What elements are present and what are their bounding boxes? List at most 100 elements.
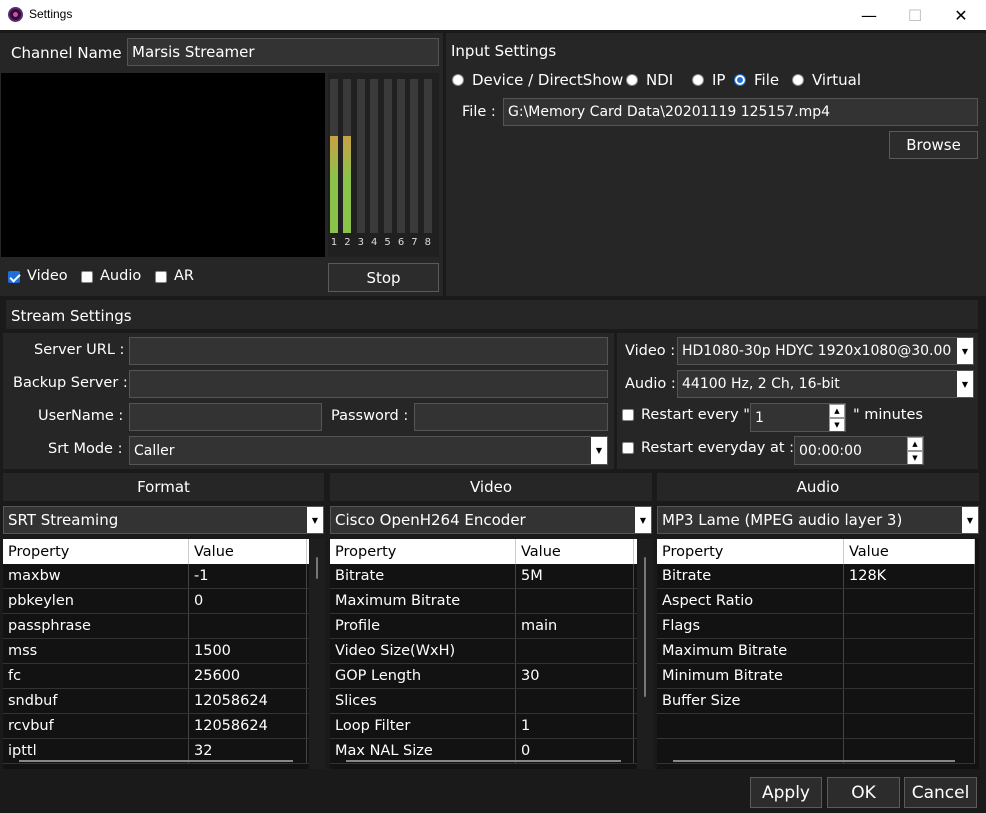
column-header-property[interactable]: Property <box>330 539 516 564</box>
table-row[interactable]: Bitrate 128K <box>657 564 975 589</box>
value-cell[interactable]: 128K <box>844 564 975 588</box>
restart-daily-checkbox[interactable] <box>622 442 634 454</box>
video-property-table[interactable]: Property Value Bitrate 5M Maximum Bitrate Pro… <box>330 539 653 769</box>
source-radio-ndi[interactable] <box>626 74 638 86</box>
table-row[interactable]: Flags <box>657 614 975 639</box>
restart-daily-time[interactable]: 00:00:00 ▲ ▼ <box>794 436 924 465</box>
value-cell[interactable] <box>516 639 634 663</box>
column-header-property[interactable]: Property <box>3 539 189 564</box>
table-row[interactable]: Maximum Bitrate <box>330 589 637 614</box>
table-row[interactable] <box>657 714 975 739</box>
value-cell[interactable]: 0 <box>189 589 307 613</box>
value-cell[interactable] <box>844 664 975 688</box>
backup-server-input[interactable] <box>129 370 608 398</box>
value-cell[interactable]: 12058624 <box>189 714 307 738</box>
value-cell[interactable] <box>516 689 634 713</box>
column-header-value[interactable]: Value <box>844 539 975 564</box>
value-cell[interactable]: -1 <box>189 564 307 588</box>
password-input[interactable] <box>414 403 608 431</box>
table-row[interactable]: Aspect Ratio <box>657 589 975 614</box>
source-radio-device-directshow[interactable] <box>452 74 464 86</box>
value-cell[interactable] <box>844 714 975 738</box>
restart-daily-value: 00:00:00 <box>799 442 862 459</box>
table-row[interactable]: mss 1500 <box>3 639 309 664</box>
audio-checkbox[interactable] <box>81 271 93 283</box>
video-codec-select[interactable]: Cisco OpenH264 Encoder ▼ <box>330 506 652 534</box>
apply-button[interactable]: Apply <box>750 777 822 808</box>
table-row[interactable]: maxbw -1 <box>3 564 309 589</box>
channel-name-input[interactable]: Marsis Streamer <box>127 38 439 66</box>
value-cell[interactable]: 25600 <box>189 664 307 688</box>
source-radio-file[interactable] <box>734 74 746 86</box>
table-row[interactable]: Bitrate 5M <box>330 564 637 589</box>
table-row[interactable]: Minimum Bitrate <box>657 664 975 689</box>
table-row[interactable]: sndbuf 12058624 <box>3 689 309 714</box>
spin-down-icon[interactable]: ▼ <box>829 418 845 431</box>
value-cell[interactable]: 30 <box>516 664 634 688</box>
restart-every-spinbox[interactable]: 1 ▲ ▼ <box>750 403 846 432</box>
value-cell[interactable] <box>844 614 975 638</box>
cancel-button[interactable]: Cancel <box>904 777 977 808</box>
meter-label-2: 2 <box>344 237 351 248</box>
column-header-value[interactable]: Value <box>516 539 634 564</box>
table-row[interactable]: Loop Filter 1 <box>330 714 637 739</box>
table-row[interactable]: Buffer Size <box>657 689 975 714</box>
server-url-input[interactable] <box>129 337 608 365</box>
table-row[interactable]: rcvbuf 12058624 <box>3 714 309 739</box>
value-cell[interactable] <box>844 589 975 613</box>
spin-down-icon[interactable]: ▼ <box>907 451 923 464</box>
audio-format-value: 44100 Hz, 2 Ch, 16-bit <box>682 376 840 392</box>
video-section-title: Video <box>330 473 652 501</box>
vertical-scrollbar[interactable] <box>637 539 653 769</box>
column-header-value[interactable]: Value <box>189 539 307 564</box>
browse-button[interactable]: Browse <box>889 131 978 159</box>
value-cell[interactable] <box>844 689 975 713</box>
stop-button[interactable]: Stop <box>328 263 439 292</box>
scrollbar-thumb[interactable] <box>644 557 646 697</box>
value-cell[interactable] <box>189 614 307 638</box>
value-cell[interactable]: main <box>516 614 634 638</box>
value-cell[interactable]: 1 <box>516 714 634 738</box>
scrollbar-thumb[interactable] <box>316 557 318 579</box>
format-select[interactable]: SRT Streaming ▼ <box>3 506 324 534</box>
source-radio-ip[interactable] <box>692 74 704 86</box>
video-format-select[interactable]: HD1080-30p HDYC 1920x1080@30.00 ▼ <box>677 337 974 365</box>
table-row[interactable]: passphrase <box>3 614 309 639</box>
value-cell[interactable]: 5M <box>516 564 634 588</box>
ar-checkbox[interactable] <box>155 271 167 283</box>
file-path-input[interactable]: G:\Memory Card Data\20201119 125157.mp4 <box>503 98 978 126</box>
audio-format-select[interactable]: 44100 Hz, 2 Ch, 16-bit ▼ <box>677 370 974 398</box>
video-checkbox-label: Video <box>27 268 68 284</box>
table-row[interactable]: GOP Length 30 <box>330 664 637 689</box>
username-input[interactable] <box>129 403 322 431</box>
source-radio-virtual[interactable] <box>792 74 804 86</box>
close-button[interactable]: ✕ <box>938 0 984 30</box>
audio-property-table[interactable]: Property Value Bitrate 128K Aspect Ratio Flag… <box>657 539 979 769</box>
value-cell[interactable] <box>516 589 634 613</box>
server-url-label: Server URL : <box>34 342 125 358</box>
spin-up-icon[interactable]: ▲ <box>829 404 845 418</box>
value-cell[interactable]: 1500 <box>189 639 307 663</box>
column-header-property[interactable]: Property <box>657 539 844 564</box>
format-property-table[interactable]: Property Value maxbw -1 pbkeylen 0 passphrase m… <box>3 539 325 769</box>
table-row[interactable]: Maximum Bitrate <box>657 639 975 664</box>
ok-button[interactable]: OK <box>827 777 900 808</box>
srt-mode-select[interactable]: Caller ▼ <box>129 436 608 465</box>
audio-codec-select[interactable]: MP3 Lame (MPEG audio layer 3) ▼ <box>657 506 979 534</box>
spin-up-icon[interactable]: ▲ <box>907 437 923 451</box>
table-row[interactable]: Slices <box>330 689 637 714</box>
value-cell[interactable]: 12058624 <box>189 689 307 713</box>
minimize-button[interactable]: — <box>846 0 892 30</box>
horizontal-scrollbar[interactable] <box>346 760 621 762</box>
video-checkbox[interactable] <box>8 271 20 283</box>
vertical-scrollbar[interactable] <box>309 539 325 769</box>
table-row[interactable]: fc 25600 <box>3 664 309 689</box>
table-row[interactable]: Video Size(WxH) <box>330 639 637 664</box>
restart-every-checkbox[interactable] <box>622 409 634 421</box>
table-row[interactable]: Profile main <box>330 614 637 639</box>
maximize-button[interactable]: ☐ <box>892 0 938 30</box>
table-row[interactable]: pbkeylen 0 <box>3 589 309 614</box>
horizontal-scrollbar[interactable] <box>673 760 955 762</box>
horizontal-scrollbar[interactable] <box>19 760 293 762</box>
value-cell[interactable] <box>844 639 975 663</box>
